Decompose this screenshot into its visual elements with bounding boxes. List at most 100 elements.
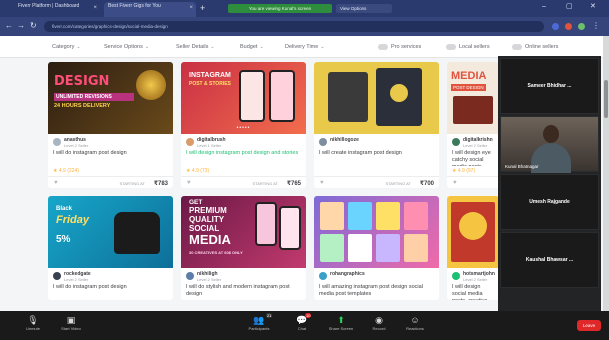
avatar[interactable] [319, 138, 327, 146]
thumb-text: GET [189, 199, 203, 206]
local-sellers-toggle[interactable] [446, 44, 456, 50]
post-tile [376, 202, 400, 230]
browser-tab-active[interactable]: Best Fiverr Gigs for You × [104, 2, 196, 17]
gig-thumbnail[interactable] [447, 196, 499, 268]
share-screen-button[interactable]: ⬆ Share Screen [322, 314, 360, 338]
start-video-button[interactable]: ▣ Start Video [52, 314, 90, 338]
seller-name[interactable]: rohangraphics [330, 271, 365, 277]
reload-icon[interactable]: ↻ [30, 22, 37, 30]
gig-thumbnail[interactable]: DESIGN UNLIMITED REVISIONS 24 HOURS DELI… [48, 62, 173, 134]
gig-title[interactable]: I will do instagram post design [48, 150, 173, 166]
new-tab-button[interactable]: + [200, 3, 205, 13]
gig-title[interactable]: I will design social media posts, creati… [447, 284, 499, 300]
participant-tile-camera[interactable]: Kunal Bhatnagar [500, 116, 599, 173]
participant-tile[interactable]: Umesh Rajgande [500, 174, 599, 230]
avatar[interactable] [186, 138, 194, 146]
filter-budget[interactable]: Budget ⌄ [240, 42, 264, 53]
close-window-icon[interactable]: ✕ [590, 3, 596, 11]
pro-services-toggle[interactable] [378, 44, 388, 50]
filter-bar: Category ⌄ Service Options ⌄ Seller Detail… [0, 36, 603, 58]
filter-delivery-time[interactable]: Delivery Time ⌄ [285, 42, 325, 53]
gig-thumbnail[interactable] [314, 62, 439, 134]
button-label: Chat [297, 326, 307, 331]
gig-title[interactable]: I will design instagram post design and … [181, 150, 306, 166]
close-icon[interactable]: × [93, 5, 97, 11]
carousel-dots[interactable]: ••••• [237, 125, 251, 131]
gig-card[interactable]: hotsmartjohn Level 2 Seller I will desig… [447, 196, 499, 300]
back-icon[interactable]: ← [5, 22, 13, 30]
address-bar[interactable]: fiverr.com/categories/graphics-design/so… [44, 21, 544, 32]
participant-video [543, 125, 559, 143]
seller-name[interactable]: nikhillogoze [330, 137, 359, 143]
thumb-text: 30 CREATIVES AT 60$ ONLY [189, 250, 243, 255]
gig-title[interactable]: I will amazing instagram post design soc… [314, 284, 439, 300]
chat-button[interactable]: 💬 Chat 10 [283, 313, 321, 338]
gig-thumbnail[interactable]: MEDIA POST DESIGN [447, 62, 499, 134]
gig-card[interactable]: Black Friday 5% rockedgate Level 2 Selle… [48, 196, 173, 300]
avatar[interactable] [53, 272, 61, 280]
chevron-down-icon: ⌄ [259, 44, 264, 50]
menu-icon[interactable]: ⋮ [592, 22, 600, 30]
gig-card[interactable]: MEDIA POST DESIGN digitalkrishn Level 2 … [447, 62, 499, 188]
gig-title[interactable]: I will create instagram post design [314, 150, 439, 166]
browser-tab[interactable]: Fiverr Platform | Dashboard × [14, 2, 100, 17]
thumb-text: Friday [56, 214, 90, 226]
filter-seller-details[interactable]: Seller Details ⌄ [176, 42, 215, 53]
participant-tile[interactable]: Sameer Bhidhar ... [500, 58, 599, 114]
heart-icon[interactable]: ♥ [54, 180, 58, 186]
post-mockup [453, 96, 493, 124]
phone-mockup [255, 202, 277, 246]
seller-level: Level 2 Seller [463, 277, 488, 282]
gig-title[interactable]: I will design eye catchy social media po… [447, 150, 499, 166]
participant-name: Sameer Bhidhar ... [527, 83, 572, 89]
reactions-button[interactable]: ☺ Reactions [396, 314, 434, 338]
filter-service-options[interactable]: Service Options ⌄ [104, 42, 149, 53]
phone-mockup [239, 70, 265, 122]
scrollbar-thumb[interactable] [604, 80, 608, 118]
seller-info: rohangraphics [314, 268, 439, 284]
gig-card[interactable]: INSTAGRAM POST & STORIES ••••• digitalbr… [181, 62, 306, 188]
gig-card[interactable]: nikhillogoze I will create instagram pos… [314, 62, 439, 188]
online-sellers-toggle[interactable] [512, 44, 522, 50]
avatar[interactable] [452, 272, 460, 280]
heart-icon[interactable]: ♥ [453, 180, 457, 186]
view-options-button[interactable]: View Options [336, 4, 392, 13]
close-icon[interactable]: × [189, 5, 193, 11]
extension-icon[interactable] [565, 23, 572, 30]
gig-title[interactable]: I will do stylish and modern instagram p… [181, 284, 306, 300]
gig-title[interactable]: I will do instagram post design [48, 284, 173, 300]
participant-tile[interactable]: Kaushal Bhawsar ... [500, 232, 599, 288]
leave-meeting-button[interactable]: Leave [577, 320, 601, 331]
avatar[interactable] [53, 138, 61, 146]
gig-card[interactable]: GET PREMIUM QUALITY SOCIAL MEDIA 30 CREA… [181, 196, 306, 300]
post-tile [320, 202, 344, 230]
heart-icon[interactable]: ♥ [320, 180, 324, 186]
extension-icon[interactable] [552, 23, 559, 30]
heart-icon[interactable]: ♥ [187, 180, 191, 186]
avatar[interactable] [319, 272, 327, 280]
filter-label: Service Options [104, 44, 143, 50]
record-button[interactable]: ◉ Record [360, 314, 398, 338]
gig-card[interactable]: rohangraphics I will amazing instagram p… [314, 196, 439, 300]
gig-thumbnail[interactable]: INSTAGRAM POST & STORIES ••••• [181, 62, 306, 134]
seller-info: rockedgate Level 2 Seller [48, 268, 173, 284]
filter-category[interactable]: Category ⌄ [52, 42, 81, 53]
post-tile [376, 234, 400, 262]
participants-button[interactable]: 👥 Participants 21 [240, 313, 278, 338]
gig-card[interactable]: DESIGN UNLIMITED REVISIONS 24 HOURS DELI… [48, 62, 173, 188]
profile-icon[interactable] [578, 23, 585, 30]
avatar[interactable] [452, 138, 460, 146]
gig-thumbnail[interactable] [314, 196, 439, 268]
minimize-icon[interactable]: – [542, 3, 546, 11]
participant-name: Kaushal Bhawsar ... [525, 257, 574, 263]
card-footer: ♥ STARTING AT ₹765 [181, 176, 306, 188]
gig-thumbnail[interactable]: Black Friday 5% [48, 196, 173, 268]
maximize-icon[interactable]: ▢ [566, 3, 573, 11]
unmute-button[interactable]: 🎙 Unmute [14, 314, 52, 338]
scrollbar[interactable] [603, 36, 609, 311]
avatar[interactable] [186, 272, 194, 280]
toggle-label: Local sellers [459, 44, 490, 50]
video-off-icon: ▣ [66, 315, 76, 325]
gig-thumbnail[interactable]: GET PREMIUM QUALITY SOCIAL MEDIA 30 CREA… [181, 196, 306, 268]
forward-icon[interactable]: → [17, 22, 25, 30]
